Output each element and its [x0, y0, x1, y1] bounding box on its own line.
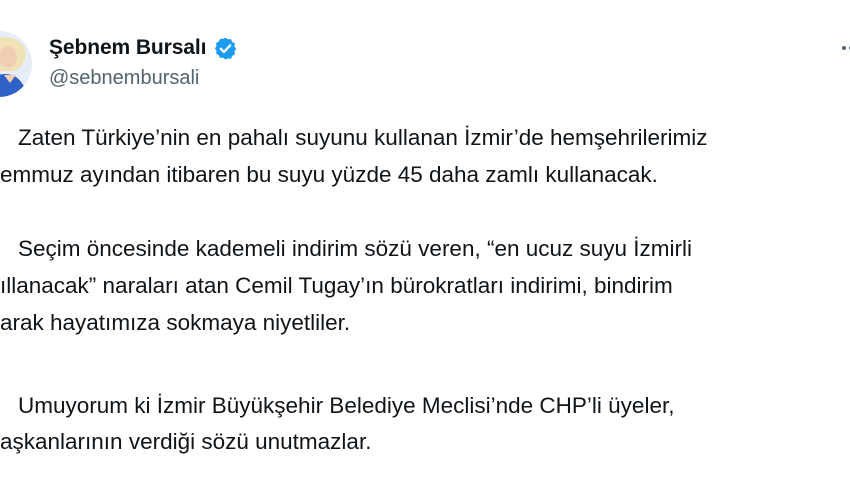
tweet-line: Umuyorum ki İzmir Büyükşehir Belediye Me… [18, 393, 675, 418]
tweet-line: Seçim öncesinde kademeli indirim sözü ve… [18, 236, 693, 261]
verified-badge-icon[interactable] [213, 36, 238, 61]
tweet-line: aşkanlarının verdiği sözü unutmazlar. [0, 429, 372, 454]
tweet-line: ıllanacak” naraları atan Cemil Tugay’ın … [0, 273, 673, 298]
tweet-line: emmuz ayından itibaren bu suyu yüzde 45 … [0, 162, 658, 187]
user-avatar-icon [0, 31, 32, 97]
tweet-line: arak hayatımıza sokmaya niyetliler. [0, 310, 351, 335]
author-avatar[interactable] [0, 31, 32, 97]
author-display-name[interactable]: Şebnem Bursalı [49, 36, 206, 60]
tweet-card: Şebnem Bursalı @sebnembursali Zaten Türk… [0, 0, 850, 478]
author-name-row: Şebnem Bursalı [49, 34, 238, 62]
more-options-icon[interactable] [840, 38, 850, 58]
tweet-line: Zaten Türkiye’nin en pahalı suyunu kulla… [18, 125, 708, 150]
author-handle[interactable]: @sebnembursali [49, 67, 199, 90]
